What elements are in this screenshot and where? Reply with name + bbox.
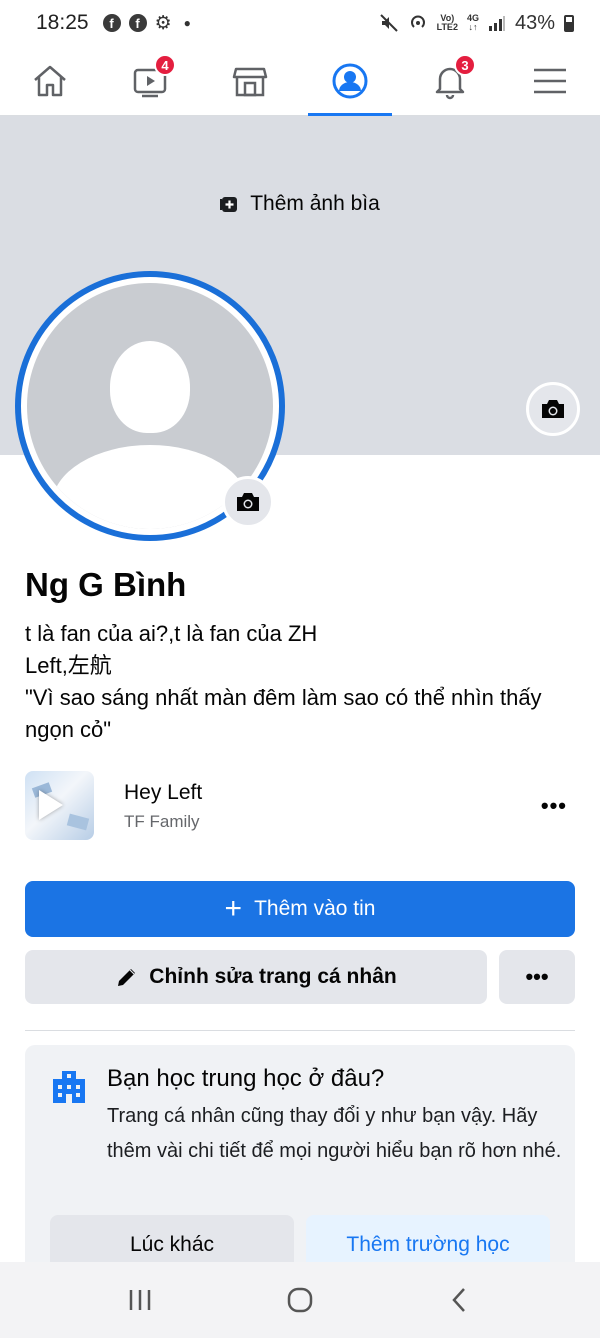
data-indicator: 4G ↓↑ <box>467 14 479 32</box>
nav-marketplace[interactable] <box>200 46 300 115</box>
music-artist: TF Family <box>124 812 200 831</box>
bio-line: Left,左航 <box>25 653 112 678</box>
recent-apps-button[interactable] <box>110 1270 170 1330</box>
settings-notification-icon: ⚙ <box>154 12 172 34</box>
school-prompt-card: Bạn học trung học ở đâu? Trang cá nhân c… <box>25 1045 575 1285</box>
status-bar: 18:25 f f ⚙ ● Vo) LTE2 4G ↓↑ 43% <box>0 0 600 46</box>
data-arrows-text: ↓↑ <box>468 22 478 32</box>
music-title: Hey Left <box>124 781 203 804</box>
status-time: 18:25 <box>36 11 89 34</box>
home-button[interactable] <box>270 1270 330 1330</box>
add-to-story-button[interactable]: + Thêm vào tin <box>25 881 575 937</box>
nav-notifications[interactable]: 3 <box>400 46 500 115</box>
edit-profile-button[interactable]: Chỉnh sửa trang cá nhân <box>25 950 487 1004</box>
battery-percent: 43% <box>514 11 555 34</box>
music-more-options-icon[interactable]: ••• <box>541 793 567 819</box>
add-cover-photo-button[interactable]: Thêm ảnh bìa <box>0 192 600 216</box>
signal-icon <box>488 16 505 31</box>
bio-line: t là fan của ai?,t là fan của ZH <box>25 621 318 646</box>
avatar-head-silhouette <box>110 341 190 433</box>
play-icon <box>39 790 63 820</box>
profile-icon <box>332 63 368 98</box>
home-icon <box>34 65 66 96</box>
profile-name: Ng G Bình <box>25 566 187 603</box>
top-nav-bar: 4 3 <box>0 46 600 116</box>
status-left: 18:25 f f ⚙ ● <box>36 11 191 35</box>
edit-profile-picture-button[interactable] <box>222 476 274 528</box>
camera-icon <box>542 400 564 418</box>
divider <box>25 1030 575 1031</box>
plus-icon: + <box>224 892 243 925</box>
hotspot-icon <box>410 15 425 28</box>
school-building-icon <box>53 1071 85 1103</box>
add-cover-label: Thêm ảnh bìa <box>250 192 380 215</box>
status-right: Vo) LTE2 4G ↓↑ 43% <box>379 12 574 35</box>
nav-home[interactable] <box>0 46 100 115</box>
nav-profile[interactable] <box>300 46 400 116</box>
profile-music[interactable]: Hey Left TF Family ••• <box>25 771 575 841</box>
facebook-notification-icon: f <box>102 14 121 32</box>
more-notifications-icon: ● <box>183 16 191 30</box>
recent-apps-icon <box>129 1290 151 1310</box>
edit-profile-label: Chỉnh sửa trang cá nhân <box>149 965 397 988</box>
school-prompt-title: Bạn học trung học ở đâu? <box>107 1065 385 1092</box>
back-button[interactable] <box>430 1270 490 1330</box>
nav-menu[interactable] <box>500 46 600 115</box>
volte-indicator: Vo) LTE2 <box>437 14 458 32</box>
avatar-body-silhouette <box>52 445 248 529</box>
camera-icon <box>237 493 259 511</box>
watch-badge: 4 <box>154 54 176 76</box>
bio-line: "Vì sao sáng nhất màn đêm làm sao có thể… <box>25 685 542 742</box>
menu-icon <box>534 68 566 93</box>
profile-bio: t là fan của ai?,t là fan của ZH Left,左航… <box>25 618 565 746</box>
add-photo-icon <box>220 197 238 212</box>
more-icon: ••• <box>525 964 549 989</box>
marketplace-icon <box>232 67 268 96</box>
back-chevron-icon <box>452 1288 465 1312</box>
school-prompt-description: Trang cá nhân cũng thay đổi y như bạn vậ… <box>107 1105 562 1162</box>
pencil-icon <box>118 969 136 986</box>
home-circle-icon <box>287 1287 313 1313</box>
facebook-notification-icon: f <box>128 14 147 32</box>
more-options-button[interactable]: ••• <box>499 950 575 1004</box>
music-album-art[interactable] <box>25 771 94 840</box>
mute-icon <box>379 14 398 32</box>
volte-bottom-text: LTE2 <box>436 22 458 32</box>
notifications-badge: 3 <box>454 54 476 76</box>
system-navigation-bar <box>0 1262 600 1338</box>
add-to-story-label: Thêm vào tin <box>254 897 376 920</box>
battery-icon <box>564 14 574 32</box>
edit-cover-camera-button[interactable] <box>526 382 580 436</box>
nav-watch[interactable]: 4 <box>100 46 200 115</box>
